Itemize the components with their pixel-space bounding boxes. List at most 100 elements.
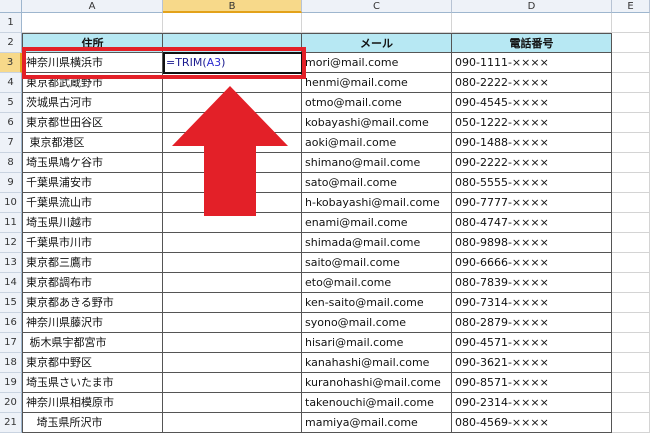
table-cell[interactable] — [22, 13, 163, 33]
column-header-e[interactable]: E — [612, 0, 650, 13]
address-cell[interactable]: 東京都港区 — [22, 133, 163, 153]
row-header[interactable]: 19 — [0, 373, 22, 393]
row-header[interactable]: 2 — [0, 33, 22, 53]
phone-cell[interactable]: 090-6666-×××× — [452, 253, 612, 273]
phone-cell[interactable]: 090-8571-×××× — [452, 373, 612, 393]
table-cell[interactable] — [612, 293, 650, 313]
table-cell[interactable] — [612, 93, 650, 113]
mail-cell[interactable]: kobayashi@mail.come — [302, 113, 452, 133]
table-cell[interactable] — [612, 73, 650, 93]
header-cell-mail[interactable]: メール — [302, 33, 452, 53]
row-header[interactable]: 8 — [0, 153, 22, 173]
address-cell[interactable]: 埼玉県所沢市 — [22, 413, 163, 433]
header-cell-phone[interactable]: 電話番号 — [452, 33, 612, 53]
mail-cell[interactable]: ken-saito@mail.come — [302, 293, 452, 313]
row-header[interactable]: 12 — [0, 233, 22, 253]
table-cell[interactable] — [163, 253, 302, 273]
table-cell[interactable] — [612, 233, 650, 253]
address-cell[interactable]: 東京都世田谷区 — [22, 113, 163, 133]
phone-cell[interactable]: 090-7314-×××× — [452, 293, 612, 313]
table-cell[interactable] — [612, 313, 650, 333]
phone-cell[interactable]: 080-2879-×××× — [452, 313, 612, 333]
phone-cell[interactable]: 090-4571-×××× — [452, 333, 612, 353]
mail-cell[interactable]: shimada@mail.come — [302, 233, 452, 253]
phone-cell[interactable]: 090-7777-×××× — [452, 193, 612, 213]
phone-cell[interactable]: 090-3621-×××× — [452, 353, 612, 373]
table-cell[interactable] — [302, 13, 452, 33]
row-header[interactable]: 14 — [0, 273, 22, 293]
table-cell[interactable] — [612, 213, 650, 233]
address-cell[interactable]: 神奈川県藤沢市 — [22, 313, 163, 333]
row-header[interactable]: 18 — [0, 353, 22, 373]
mail-cell[interactable]: mori@mail.come — [302, 53, 452, 73]
row-header[interactable]: 9 — [0, 173, 22, 193]
row-header[interactable]: 7 — [0, 133, 22, 153]
table-cell[interactable] — [612, 253, 650, 273]
mail-cell[interactable]: saito@mail.come — [302, 253, 452, 273]
table-cell[interactable] — [163, 393, 302, 413]
table-cell[interactable] — [612, 333, 650, 353]
address-cell[interactable]: 神奈川県相模原市 — [22, 393, 163, 413]
row-header[interactable]: 3 — [0, 53, 22, 73]
address-cell[interactable]: 千葉県浦安市 — [22, 173, 163, 193]
mail-cell[interactable]: kuranohashi@mail.come — [302, 373, 452, 393]
table-cell[interactable] — [612, 413, 650, 433]
row-header[interactable]: 5 — [0, 93, 22, 113]
mail-cell[interactable]: h-kobayashi@mail.come — [302, 193, 452, 213]
phone-cell[interactable]: 090-1111-×××× — [452, 53, 612, 73]
table-cell[interactable] — [163, 413, 302, 433]
address-cell[interactable]: 千葉県流山市 — [22, 193, 163, 213]
select-all-corner[interactable] — [0, 0, 22, 13]
mail-cell[interactable]: kanahashi@mail.come — [302, 353, 452, 373]
phone-cell[interactable]: 080-4747-×××× — [452, 213, 612, 233]
row-header[interactable]: 16 — [0, 313, 22, 333]
table-cell[interactable] — [612, 373, 650, 393]
row-header[interactable]: 11 — [0, 213, 22, 233]
table-cell[interactable] — [612, 33, 650, 53]
mail-cell[interactable]: takenouchi@mail.come — [302, 393, 452, 413]
column-header-b[interactable]: B — [163, 0, 302, 13]
row-header[interactable]: 1 — [0, 13, 22, 33]
phone-cell[interactable]: 090-2314-×××× — [452, 393, 612, 413]
row-header[interactable]: 13 — [0, 253, 22, 273]
table-cell[interactable] — [452, 13, 612, 33]
address-cell[interactable]: 東京都調布市 — [22, 273, 163, 293]
table-cell[interactable] — [612, 193, 650, 213]
table-cell[interactable] — [163, 313, 302, 333]
row-header[interactable]: 21 — [0, 413, 22, 433]
row-header[interactable]: 6 — [0, 113, 22, 133]
address-cell[interactable]: 東京都あきる野市 — [22, 293, 163, 313]
table-cell[interactable] — [163, 333, 302, 353]
table-cell[interactable] — [612, 53, 650, 73]
mail-cell[interactable]: henmi@mail.come — [302, 73, 452, 93]
mail-cell[interactable]: aoki@mail.come — [302, 133, 452, 153]
phone-cell[interactable]: 080-5555-×××× — [452, 173, 612, 193]
row-header[interactable]: 17 — [0, 333, 22, 353]
mail-cell[interactable]: mamiya@mail.come — [302, 413, 452, 433]
table-cell[interactable] — [612, 113, 650, 133]
phone-cell[interactable]: 090-1488-×××× — [452, 133, 612, 153]
address-cell[interactable]: 埼玉県川越市 — [22, 213, 163, 233]
address-cell[interactable]: 東京都三鷹市 — [22, 253, 163, 273]
row-header[interactable]: 15 — [0, 293, 22, 313]
table-cell[interactable] — [612, 133, 650, 153]
column-header-c[interactable]: C — [302, 0, 452, 13]
table-cell[interactable] — [612, 353, 650, 373]
phone-cell[interactable]: 090-4545-×××× — [452, 93, 612, 113]
address-cell[interactable]: 栃木県宇都宮市 — [22, 333, 163, 353]
table-cell[interactable] — [612, 153, 650, 173]
phone-cell[interactable]: 080-7839-×××× — [452, 273, 612, 293]
table-cell[interactable] — [612, 393, 650, 413]
mail-cell[interactable]: syono@mail.come — [302, 313, 452, 333]
table-cell[interactable] — [612, 13, 650, 33]
table-cell[interactable] — [612, 273, 650, 293]
phone-cell[interactable]: 080-4569-×××× — [452, 413, 612, 433]
phone-cell[interactable]: 050-1222-×××× — [452, 113, 612, 133]
mail-cell[interactable]: enami@mail.come — [302, 213, 452, 233]
table-cell[interactable] — [163, 373, 302, 393]
mail-cell[interactable]: sato@mail.come — [302, 173, 452, 193]
mail-cell[interactable]: otmo@mail.come — [302, 93, 452, 113]
table-cell[interactable] — [163, 353, 302, 373]
address-cell[interactable]: 東京都中野区 — [22, 353, 163, 373]
address-cell[interactable]: 埼玉県さいたま市 — [22, 373, 163, 393]
